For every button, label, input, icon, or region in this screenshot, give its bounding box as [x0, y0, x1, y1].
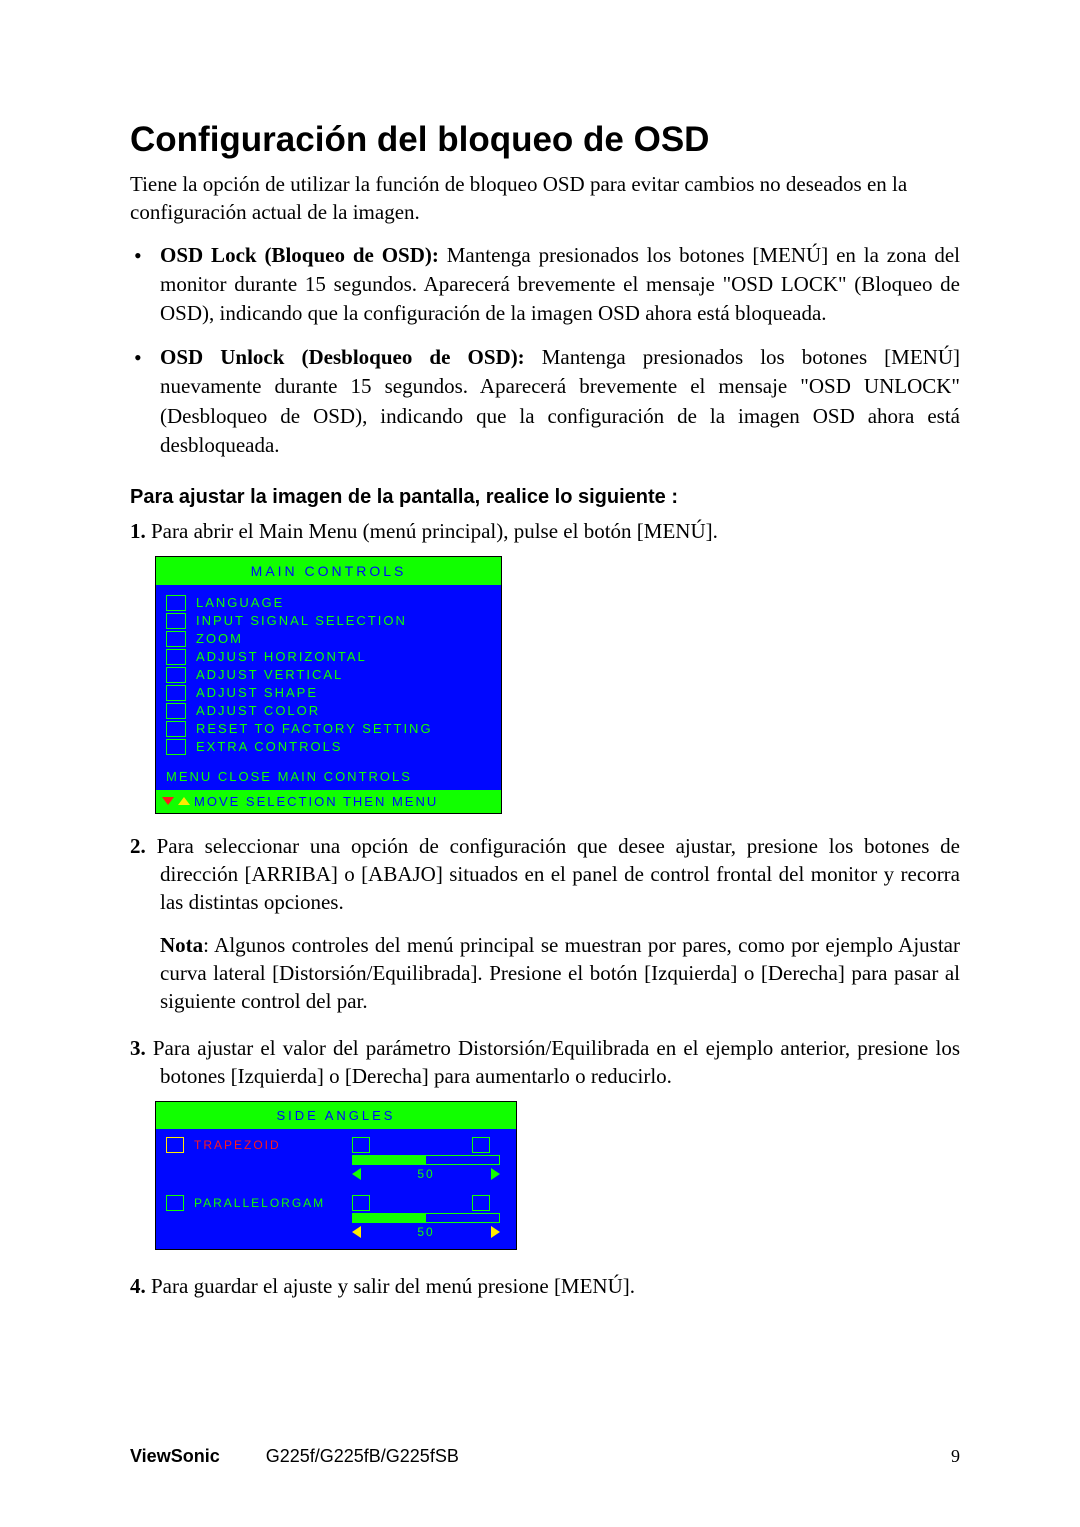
- step-1-text: Para abrir el Main Menu (menú principal)…: [151, 519, 718, 543]
- step-4-text: Para guardar el ajuste y salir del menú …: [151, 1274, 635, 1298]
- osd-main-controls: MAIN CONTROLS LANGUAGE INPUT SIGNAL SELE…: [155, 556, 502, 814]
- subheading: Para ajustar la imagen de la pantalla, r…: [130, 486, 960, 509]
- adjust-vertical-icon: [166, 667, 186, 683]
- note-text: : Algunos controles del menú principal s…: [160, 933, 960, 1014]
- osd-item: INPUT SIGNAL SELECTION: [196, 613, 407, 628]
- step-3: 3. Para ajustar el valor del parámetro D…: [130, 1034, 960, 1091]
- slider-value: 50: [417, 1167, 434, 1181]
- osd-item: ADJUST SHAPE: [196, 685, 318, 700]
- extra-controls-icon: [166, 739, 186, 755]
- slider-value: 50: [417, 1225, 434, 1239]
- adjust-horizontal-icon: [166, 649, 186, 665]
- osd2-row-name: TRAPEZOID: [194, 1138, 281, 1152]
- shape-skew-right-icon: [472, 1195, 490, 1211]
- slider-fill: [353, 1156, 426, 1164]
- zoom-icon: [166, 631, 186, 647]
- osd-item: ZOOM: [196, 631, 243, 646]
- arrow-down-icon: [162, 797, 174, 805]
- arrow-up-icon: [178, 797, 190, 805]
- osd-item: RESET TO FACTORY SETTING: [196, 721, 433, 736]
- osd-title: MAIN CONTROLS: [156, 557, 501, 585]
- slider-track: [352, 1155, 500, 1165]
- footer-brand: ViewSonic: [130, 1446, 220, 1467]
- osd-item: ADJUST VERTICAL: [196, 667, 343, 682]
- shape-narrow-bottom-icon: [472, 1137, 490, 1153]
- arrow-right-icon: [491, 1226, 500, 1238]
- bullet-bold: OSD Unlock (Desbloqueo de OSD):: [160, 345, 525, 369]
- step-4: 4. Para guardar el ajuste y salir del me…: [130, 1272, 960, 1300]
- step-2: 2. Para seleccionar una opción de config…: [130, 832, 960, 917]
- arrow-left-icon: [352, 1226, 361, 1238]
- parallelogram-icon: [166, 1195, 184, 1211]
- slider-fill: [353, 1214, 426, 1222]
- intro-paragraph: Tiene la opción de utilizar la función d…: [130, 170, 960, 227]
- note-label: Nota: [160, 933, 203, 957]
- osd-close-line: MENU CLOSE MAIN CONTROLS: [156, 763, 501, 790]
- osd2-title: SIDE ANGLES: [156, 1102, 516, 1129]
- footer-model: G225f/G225fB/G225fSB: [266, 1446, 459, 1467]
- slider-track: [352, 1213, 500, 1223]
- osd-footer-text: MOVE SELECTION THEN MENU: [194, 794, 438, 809]
- language-icon: [166, 595, 186, 611]
- osd-footer: MOVE SELECTION THEN MENU: [156, 790, 501, 813]
- footer-page-number: 9: [951, 1446, 960, 1467]
- bullet-list: OSD Lock (Bloqueo de OSD): Mantenga pres…: [130, 241, 960, 461]
- osd-item: LANGUAGE: [196, 595, 284, 610]
- step-1: 1. Para abrir el Main Menu (menú princip…: [130, 517, 960, 545]
- osd-side-angles: SIDE ANGLES TRAPEZOID 50 PARALLELORGAM: [155, 1101, 517, 1250]
- arrow-right-icon: [491, 1168, 500, 1180]
- list-item: OSD Unlock (Desbloqueo de OSD): Mantenga…: [160, 343, 960, 461]
- osd-item: ADJUST HORIZONTAL: [196, 649, 367, 664]
- step-2-text: Para seleccionar una opción de configura…: [157, 834, 960, 915]
- adjust-shape-icon: [166, 685, 186, 701]
- adjust-color-icon: [166, 703, 186, 719]
- page-title: Configuración del bloqueo de OSD: [130, 120, 960, 160]
- input-signal-icon: [166, 613, 186, 629]
- shape-narrow-top-icon: [352, 1137, 370, 1153]
- list-item: OSD Lock (Bloqueo de OSD): Mantenga pres…: [160, 241, 960, 329]
- page-footer: ViewSonic G225f/G225fB/G225fSB 9: [130, 1446, 960, 1467]
- step-2-note: Nota: Algunos controles del menú princip…: [130, 931, 960, 1016]
- trapezoid-icon: [166, 1137, 184, 1153]
- reset-icon: [166, 721, 186, 737]
- step-3-text: Para ajustar el valor del parámetro Dist…: [153, 1036, 960, 1088]
- osd-item: EXTRA CONTROLS: [196, 739, 342, 754]
- bullet-bold: OSD Lock (Bloqueo de OSD):: [160, 243, 439, 267]
- osd-item: ADJUST COLOR: [196, 703, 320, 718]
- arrow-left-icon: [352, 1168, 361, 1180]
- osd2-row-name: PARALLELORGAM: [194, 1196, 325, 1210]
- shape-skew-left-icon: [352, 1195, 370, 1211]
